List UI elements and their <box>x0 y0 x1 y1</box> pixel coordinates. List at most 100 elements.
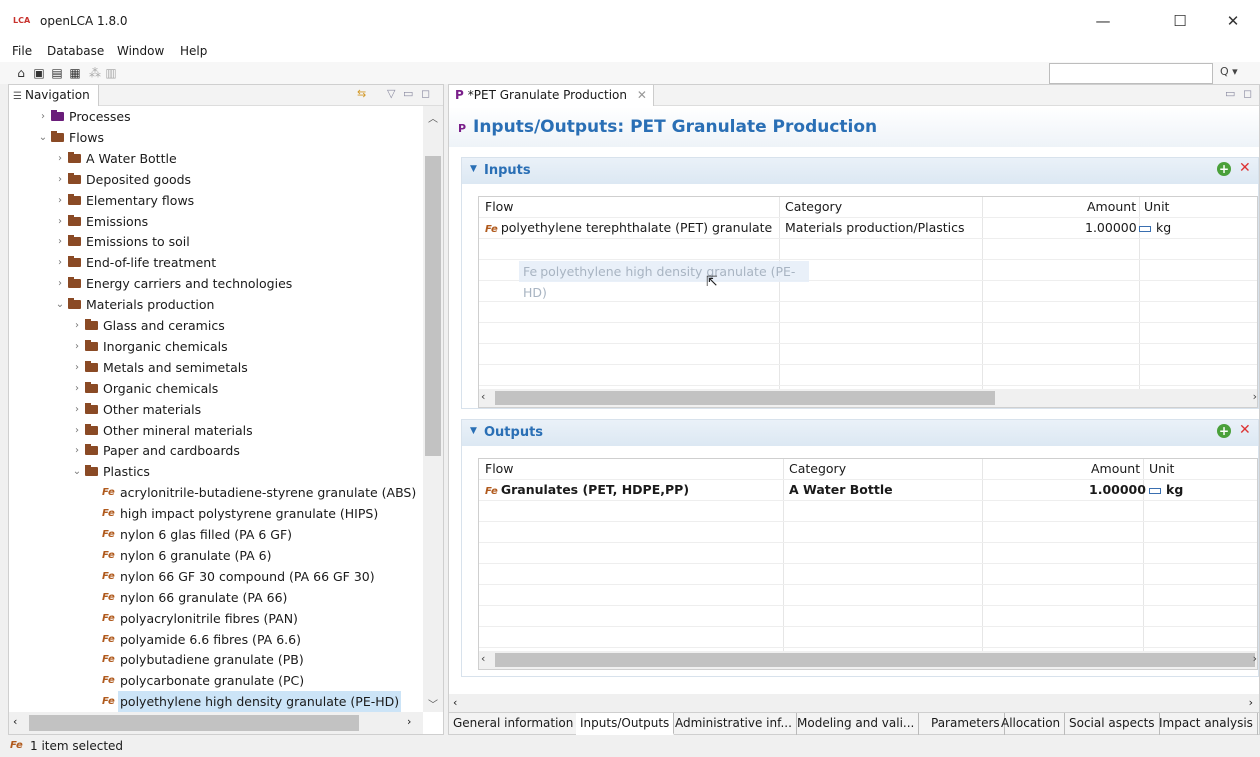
scroll-left-icon[interactable]: ‹ <box>453 696 457 709</box>
chevron-right-icon[interactable]: › <box>54 169 66 190</box>
save-icon[interactable]: ▣ <box>32 66 46 80</box>
scroll-right-icon[interactable]: › <box>1253 652 1257 665</box>
flow-cell[interactable]: Fe Granulates (PET, HDPE,PP) <box>485 482 689 497</box>
table-row[interactable] <box>479 365 1257 386</box>
tree-item[interactable]: ⌄ Plastics <box>9 461 423 482</box>
home-icon[interactable]: ⌂ <box>14 66 28 80</box>
chevron-right-icon[interactable]: › <box>54 190 66 211</box>
tab-pet-granulate-production[interactable]: P *PET Granulate Production ✕ <box>449 85 654 106</box>
tree-item[interactable]: Fe polyamide 6.6 fibres (PA 6.6) <box>9 629 423 650</box>
menu-database[interactable]: Database <box>47 44 104 58</box>
amount-cell[interactable]: 1.00000 <box>1089 482 1146 497</box>
scrollbar-thumb[interactable] <box>495 653 1255 667</box>
chevron-right-icon[interactable]: › <box>71 420 83 441</box>
category-cell[interactable]: Materials production/Plastics <box>785 220 965 235</box>
chevron-right-icon[interactable]: › <box>54 211 66 232</box>
tree-item[interactable]: › Elementary flows <box>9 190 423 211</box>
page-tab[interactable]: Modeling and vali... <box>793 713 920 735</box>
chevron-right-icon[interactable]: › <box>71 378 83 399</box>
table-row[interactable] <box>479 323 1257 344</box>
tree-item[interactable]: › Processes <box>9 106 423 127</box>
remove-output-button[interactable]: ✕ <box>1239 422 1251 438</box>
chevron-right-icon[interactable]: › <box>54 273 66 294</box>
minimize-editor-icon[interactable]: ▭ <box>1225 87 1235 100</box>
column-header-amount[interactable]: Amount <box>1091 461 1140 476</box>
navigation-horizontal-scrollbar[interactable]: ‹ › <box>9 712 423 734</box>
table-row[interactable] <box>479 281 1257 302</box>
add-input-button[interactable]: + <box>1217 162 1231 176</box>
maximize-view-icon[interactable]: ◻ <box>421 87 430 100</box>
table-row[interactable] <box>479 302 1257 323</box>
outputs-horizontal-scrollbar[interactable]: ‹ › <box>479 651 1257 669</box>
table-row[interactable] <box>479 239 1257 260</box>
table-row[interactable] <box>479 606 1257 627</box>
page-tab[interactable]: Social aspects <box>1065 713 1160 735</box>
minimize-view-icon[interactable]: ▭ <box>403 87 413 100</box>
editor-horizontal-scrollbar[interactable]: ‹ › <box>449 694 1259 712</box>
chevron-right-icon[interactable]: › <box>54 231 66 252</box>
menu-file[interactable]: File <box>12 44 32 58</box>
tree-item[interactable]: › Inorganic chemicals <box>9 336 423 357</box>
scroll-left-icon[interactable]: ‹ <box>13 715 17 728</box>
scrollbar-thumb[interactable] <box>29 715 359 731</box>
chevron-right-icon[interactable]: › <box>71 336 83 357</box>
scroll-left-icon[interactable]: ‹ <box>481 390 485 403</box>
page-tab[interactable]: Administrative inf... <box>671 713 797 735</box>
maximize-editor-icon[interactable]: ◻ <box>1243 87 1252 100</box>
tree-item[interactable]: › A Water Bottle <box>9 148 423 169</box>
column-header-category[interactable]: Category <box>789 461 846 476</box>
search-dropdown-icon[interactable]: Q ▾ <box>1220 65 1238 78</box>
tree-item[interactable]: Fe nylon 6 glas filled (PA 6 GF) <box>9 524 423 545</box>
table-row[interactable] <box>479 501 1257 522</box>
unit-cell[interactable]: kg <box>1139 220 1171 235</box>
page-tab[interactable]: Parameters <box>927 713 1005 735</box>
inputs-section-header[interactable]: ▼ Inputs + ✕ <box>462 158 1258 184</box>
amount-cell[interactable]: 1.00000 <box>1085 220 1137 235</box>
report-icon[interactable]: ▥ <box>104 66 118 80</box>
search-input[interactable] <box>1049 63 1213 84</box>
collapse-icon[interactable]: ▼ <box>470 426 477 436</box>
add-output-button[interactable]: + <box>1217 424 1231 438</box>
column-header-category[interactable]: Category <box>785 199 842 214</box>
tree-item[interactable]: ⌄ Materials production <box>9 294 423 315</box>
tree-item[interactable]: Fe polyethylene high density granulate (P… <box>9 691 423 712</box>
flow-cell[interactable]: Fe polyethylene terephthalate (PET) granu… <box>485 220 772 235</box>
tree-item[interactable]: › Emissions to soil <box>9 231 423 252</box>
page-tab[interactable]: Inputs/Outputs <box>576 713 675 735</box>
table-row[interactable] <box>479 543 1257 564</box>
scroll-right-icon[interactable]: › <box>1249 696 1253 709</box>
scroll-down-icon[interactable]: ﹀ <box>423 696 443 711</box>
unit-cell[interactable]: kg <box>1149 482 1183 497</box>
column-header-amount[interactable]: Amount <box>1087 199 1136 214</box>
tree-item[interactable]: ⌄ Flows <box>9 127 423 148</box>
chevron-right-icon[interactable]: › <box>71 315 83 336</box>
tree-item[interactable]: › Emissions <box>9 211 423 232</box>
tree-item[interactable]: › Paper and cardboards <box>9 440 423 461</box>
outputs-section-header[interactable]: ▼ Outputs + ✕ <box>462 420 1258 446</box>
page-tab[interactable]: General information <box>449 713 579 735</box>
scroll-left-icon[interactable]: ‹ <box>481 652 485 665</box>
close-tab-icon[interactable]: ✕ <box>637 88 647 102</box>
column-header-flow[interactable]: Flow <box>485 461 514 476</box>
tree-item[interactable]: Fe nylon 66 granulate (PA 66) <box>9 587 423 608</box>
tree-item[interactable]: Fe polybutadiene granulate (PB) <box>9 649 423 670</box>
table-row[interactable]: Fe Granulates (PET, HDPE,PP) A Water Bott… <box>479 480 1257 501</box>
page-tab[interactable]: Impact analysis <box>1155 713 1258 735</box>
share-icon[interactable]: ⁂ <box>88 66 102 80</box>
table-row[interactable] <box>479 522 1257 543</box>
tree-item[interactable]: Fe polycarbonate granulate (PC) <box>9 670 423 691</box>
link-editor-icon[interactable]: ⇆ <box>357 87 366 100</box>
scrollbar-thumb[interactable] <box>495 391 995 405</box>
chevron-right-icon[interactable]: › <box>71 399 83 420</box>
view-menu-icon[interactable]: ▽ <box>387 87 395 100</box>
tree-item[interactable]: Fe nylon 6 granulate (PA 6) <box>9 545 423 566</box>
tree-item[interactable]: › Other materials <box>9 399 423 420</box>
table-row[interactable] <box>479 627 1257 648</box>
tree-item[interactable]: Fe nylon 66 GF 30 compound (PA 66 GF 30) <box>9 566 423 587</box>
navigation-vertical-scrollbar[interactable]: ︿ ﹀ <box>423 106 443 712</box>
save-all-icon[interactable]: ▦ <box>68 66 82 80</box>
table-row[interactable] <box>479 344 1257 365</box>
scrollbar-thumb[interactable] <box>425 156 441 456</box>
table-row[interactable] <box>479 564 1257 585</box>
chevron-right-icon[interactable]: › <box>71 440 83 461</box>
